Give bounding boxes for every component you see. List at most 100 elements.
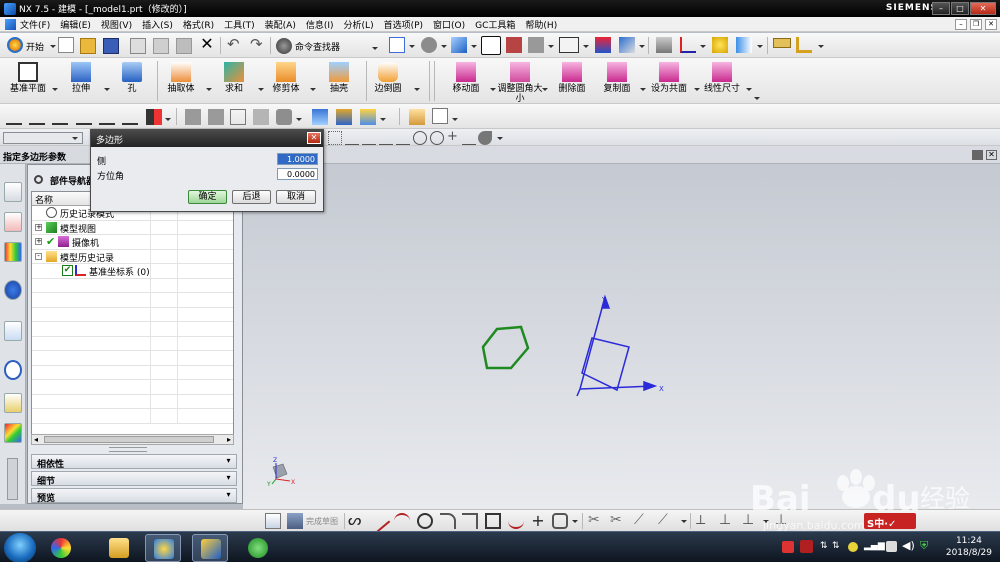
curve-tool-5-icon[interactable] bbox=[99, 109, 115, 125]
selection-filter-icon[interactable] bbox=[736, 37, 752, 53]
chamfer-icon[interactable] bbox=[462, 513, 478, 529]
rotate-dropdown-icon[interactable] bbox=[441, 45, 447, 48]
resource-scrollbar[interactable] bbox=[7, 458, 18, 500]
check-icon[interactable]: ✔ bbox=[46, 236, 57, 247]
curve-tool-1-icon[interactable] bbox=[6, 109, 22, 125]
scroll-thumb[interactable] bbox=[44, 436, 214, 443]
cut-icon[interactable] bbox=[130, 38, 146, 54]
snap-endpoint-icon[interactable] bbox=[345, 131, 359, 145]
collapse-icon[interactable]: - bbox=[35, 252, 42, 260]
start-icon[interactable] bbox=[7, 37, 23, 53]
expand-icon[interactable]: + bbox=[35, 223, 42, 231]
start-label[interactable]: 开始 bbox=[26, 40, 44, 53]
edge-blend-dropdown-icon[interactable] bbox=[414, 88, 420, 91]
background-dropdown-icon[interactable] bbox=[583, 45, 589, 48]
roles-icon[interactable] bbox=[4, 423, 22, 443]
wireframe-dropdown-icon[interactable] bbox=[548, 45, 554, 48]
command-finder-label[interactable]: 命令查找器 bbox=[295, 40, 340, 53]
linear-dimension-button[interactable]: 线性尺寸 bbox=[696, 58, 748, 104]
surface-tools-dropdown-icon[interactable] bbox=[380, 118, 386, 121]
dimension-dropdown-icon[interactable] bbox=[746, 88, 752, 91]
selection-dropdown-icon[interactable] bbox=[757, 45, 763, 48]
doc-minimize-button[interactable]: – bbox=[955, 19, 967, 30]
wcs-orient-icon[interactable] bbox=[619, 37, 635, 53]
taskbar-explorer[interactable] bbox=[101, 534, 137, 562]
filter-select[interactable] bbox=[3, 132, 83, 144]
sketch-icon[interactable] bbox=[265, 513, 281, 529]
offset-dropdown-icon[interactable] bbox=[681, 520, 687, 523]
curve-tool-6-icon[interactable] bbox=[122, 109, 138, 125]
hole-button[interactable]: 孔 bbox=[106, 58, 158, 104]
cancel-button[interactable]: 取消 bbox=[276, 190, 316, 204]
constraint-navigator-icon[interactable] bbox=[4, 212, 22, 232]
fillet-icon[interactable] bbox=[440, 513, 456, 529]
edge-display-icon[interactable] bbox=[481, 36, 501, 55]
render-style-dropdown-icon[interactable] bbox=[471, 45, 477, 48]
tree-row-model-history[interactable]: - 模型历史记录 bbox=[32, 249, 233, 264]
sync-toolbar-options-icon[interactable] bbox=[754, 97, 760, 100]
fit-view-icon[interactable] bbox=[389, 37, 405, 53]
maximize-button[interactable]: □ bbox=[951, 2, 969, 15]
snap-quadrant-icon[interactable] bbox=[430, 131, 444, 145]
extract-body-button[interactable]: 抽取体 bbox=[155, 58, 207, 104]
curve-tools-dropdown-icon[interactable] bbox=[165, 118, 171, 121]
pin-icon[interactable] bbox=[34, 175, 43, 184]
extrude-button[interactable]: 拉伸 bbox=[55, 58, 107, 104]
checkbox-icon[interactable]: ✔ bbox=[62, 265, 73, 276]
menu-help[interactable]: 帮助(H) bbox=[525, 18, 557, 31]
taskbar-paint[interactable] bbox=[145, 534, 181, 562]
datum-csys[interactable] bbox=[576, 294, 658, 397]
dialog-close-button[interactable]: ✕ bbox=[307, 132, 321, 144]
tray-app-icon[interactable] bbox=[782, 541, 794, 553]
snap-existing-point-icon[interactable]: + bbox=[447, 129, 461, 144]
snap-midpoint-icon[interactable] bbox=[362, 131, 376, 145]
toolbar-options-icon[interactable] bbox=[372, 47, 378, 50]
make-corner-icon[interactable]: ⟋ bbox=[634, 513, 650, 529]
move-face-button[interactable]: 移动面 bbox=[440, 58, 492, 104]
studio-spline-icon[interactable] bbox=[508, 513, 524, 529]
tree-row-datum-csys[interactable]: ✔ 基准坐标系 (0) bbox=[32, 264, 233, 279]
snap-on-face-icon[interactable] bbox=[478, 131, 492, 145]
quick-trim-icon[interactable]: ✂ bbox=[588, 513, 604, 529]
finish-sketch-label[interactable]: 完成草图 bbox=[306, 516, 338, 527]
curve-tool-4-icon[interactable] bbox=[76, 109, 92, 125]
web-browser-icon[interactable] bbox=[4, 280, 22, 300]
new-file-icon[interactable] bbox=[58, 37, 74, 53]
menu-preferences[interactable]: 首选项(P) bbox=[384, 18, 423, 31]
snap-intersection-icon[interactable] bbox=[396, 131, 410, 145]
finish-sketch-icon[interactable] bbox=[287, 513, 303, 529]
close-button[interactable]: ✕ bbox=[970, 2, 996, 15]
edge-blend-button[interactable]: 边倒圆 bbox=[362, 58, 414, 104]
background-icon[interactable] bbox=[559, 37, 579, 53]
move-object-dropdown-icon[interactable] bbox=[700, 45, 706, 48]
tray-input-icon[interactable] bbox=[800, 540, 813, 553]
preview-section[interactable]: 预览 ▾ bbox=[31, 488, 237, 504]
panel-icon[interactable] bbox=[972, 150, 983, 160]
taskbar-app-1[interactable] bbox=[43, 534, 79, 562]
curve-tool-7-icon[interactable] bbox=[146, 109, 162, 125]
save-icon[interactable] bbox=[103, 38, 119, 54]
taskbar-clock[interactable]: 11:24 2018/8/29 bbox=[946, 535, 992, 559]
doc-close-button[interactable]: ✕ bbox=[985, 19, 997, 30]
point-icon[interactable]: + bbox=[530, 513, 546, 529]
assembly-navigator-icon[interactable] bbox=[4, 182, 22, 202]
snap-point-icon[interactable] bbox=[712, 37, 728, 53]
surface-tool-1-icon[interactable] bbox=[312, 109, 328, 125]
open-folder-icon[interactable] bbox=[80, 38, 96, 54]
history-palette-icon[interactable] bbox=[4, 321, 22, 341]
paste-icon[interactable] bbox=[176, 38, 192, 54]
back-button[interactable]: 后退 bbox=[232, 190, 271, 204]
resize-blend-button[interactable]: 调整圆角大小 bbox=[494, 58, 546, 104]
orientation-input[interactable] bbox=[277, 168, 318, 180]
chevron-down-icon[interactable]: ▾ bbox=[223, 456, 234, 467]
tree-row-model-views[interactable]: + 模型视图 bbox=[32, 220, 233, 235]
delete-icon[interactable]: ✕ bbox=[199, 36, 215, 52]
snap-control-icon[interactable] bbox=[379, 131, 393, 145]
make-coplanar-button[interactable]: 设为共面 bbox=[643, 58, 695, 104]
rectangle-icon[interactable] bbox=[485, 513, 501, 529]
system-materials-icon[interactable] bbox=[4, 393, 22, 413]
tray-status-icon[interactable] bbox=[848, 542, 858, 552]
keyboard-icon[interactable] bbox=[886, 541, 897, 552]
section-view-icon[interactable] bbox=[506, 37, 522, 53]
surface-tool-3-icon[interactable] bbox=[360, 109, 376, 125]
